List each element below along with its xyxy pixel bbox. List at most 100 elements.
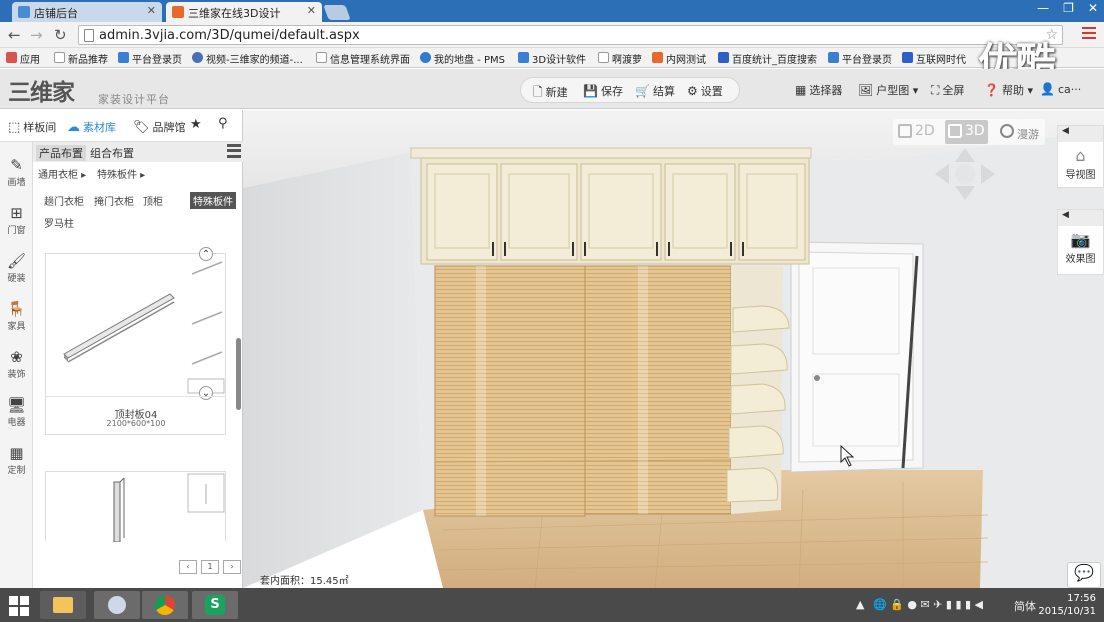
list-view-icon[interactable] bbox=[227, 144, 241, 158]
rail-item-doors-windows[interactable]: ⊞ 门窗 bbox=[0, 204, 33, 236]
bookmark-item[interactable]: 百度统计_百度搜索 bbox=[718, 51, 817, 66]
category-sliding-wardrobe[interactable]: 趟门衣柜 bbox=[41, 192, 87, 209]
close-window-icon[interactable]: ✕ bbox=[1088, 1, 1098, 15]
category-hinged-wardrobe[interactable]: 掩门衣柜 bbox=[91, 192, 137, 209]
rail-item-custom[interactable]: ▦ 定制 bbox=[0, 444, 33, 476]
user-menu[interactable]: 👤 ca··· bbox=[1040, 82, 1081, 96]
3d-viewport[interactable] bbox=[243, 110, 1104, 588]
rail-item-hard-decor[interactable]: 🖌 硬装 bbox=[0, 252, 33, 284]
rail-item-decoration[interactable]: ❀ 装饰 bbox=[0, 348, 33, 380]
tray-icons[interactable]: 🌐 🔒 ● ✉ ✈ ▮ ▮ ▮ ◀ bbox=[873, 598, 983, 611]
site-icon bbox=[652, 52, 663, 63]
home-icon: ⌂ bbox=[1075, 146, 1086, 165]
selector-button[interactable]: ▦ 选择器 bbox=[795, 82, 842, 98]
chrome-app[interactable] bbox=[142, 591, 188, 619]
room-area-label: 套内面积：15.45㎡ bbox=[260, 576, 349, 587]
close-icon[interactable]: ✕ bbox=[307, 4, 316, 17]
minimize-icon[interactable]: — bbox=[1037, 1, 1049, 15]
tray-overflow-icon[interactable]: ▲ bbox=[856, 598, 864, 611]
floorplan-button[interactable]: 🖼 户型图 ▾ bbox=[858, 82, 918, 98]
chevron-up-icon[interactable]: ⌃ bbox=[199, 247, 213, 261]
grid-icon: ▦ bbox=[795, 83, 807, 97]
bookmark-item[interactable]: 视频-三维家的频道-... bbox=[192, 51, 303, 66]
collapse-icon[interactable]: ◀ bbox=[1058, 126, 1103, 142]
view-3d-button[interactable]: 3D bbox=[945, 120, 988, 144]
walkthrough-button[interactable]: 漫游 bbox=[997, 120, 1042, 144]
category-special-panels[interactable]: 特殊板件 bbox=[190, 192, 236, 209]
browser-tab-3d[interactable]: 三维家在线3D设计 ✕ bbox=[166, 2, 322, 22]
bookmark-apps[interactable]: 应用 bbox=[6, 51, 40, 66]
url-text: admin.3vjia.com/3D/qumei/default.aspx bbox=[99, 28, 360, 43]
back-icon[interactable]: ← bbox=[8, 26, 21, 44]
next-page-button[interactable]: › bbox=[223, 560, 241, 574]
shop-favicon-icon bbox=[18, 6, 30, 18]
save-button[interactable]: 💾 保存 bbox=[583, 83, 623, 99]
collapse-icon[interactable]: ◀ bbox=[1058, 210, 1103, 226]
browser-menu-icon[interactable] bbox=[1082, 27, 1096, 39]
render-panel[interactable]: ◀ 📷 效果图 bbox=[1057, 209, 1104, 275]
rail-item-draw-wall[interactable]: ✎ 画墙 bbox=[0, 156, 33, 188]
grid-four-icon: ▦ bbox=[9, 444, 24, 462]
tab-brand-hall[interactable]: 🏷 品牌馆 bbox=[133, 119, 186, 135]
library-tabs: ⬚ 样板间 ☁ 素材库 🏷 品牌馆 ★ ⚲ bbox=[0, 110, 243, 142]
bookmark-item[interactable]: 啊渡萝 bbox=[598, 51, 642, 66]
chevron-down-icon[interactable]: ⌄ bbox=[199, 386, 213, 400]
3d-scene[interactable] bbox=[243, 110, 1104, 588]
system-clock[interactable]: 17:56 2015/10/31 bbox=[1038, 592, 1096, 618]
bookmark-item[interactable]: 信息管理系统界面 bbox=[316, 51, 410, 66]
close-icon[interactable]: ✕ bbox=[147, 4, 156, 17]
bookmark-item[interactable]: 3D设计软件 bbox=[518, 51, 586, 66]
page-icon bbox=[84, 29, 94, 42]
tab-sample-rooms[interactable]: ⬚ 样板间 bbox=[8, 119, 56, 135]
rail-item-appliances[interactable]: 🖥 电器 bbox=[0, 396, 33, 428]
navigator-panel[interactable]: ◀ ⌂ 导视图 bbox=[1057, 125, 1104, 188]
url-input[interactable]: admin.3vjia.com/3D/qumei/default.aspx ☆ bbox=[78, 25, 1063, 45]
restore-icon[interactable]: ❐ bbox=[1063, 1, 1074, 15]
breadcrumb-general-wardrobe[interactable]: 通用衣柜 ▸ bbox=[38, 166, 86, 181]
new-button[interactable]: 🗋 新建 bbox=[533, 83, 568, 104]
page-icon bbox=[54, 52, 65, 63]
settings-button[interactable]: ⚙ 设置 bbox=[687, 83, 723, 99]
video-icon bbox=[192, 52, 203, 63]
app-logo[interactable]: 三维家 bbox=[8, 73, 75, 107]
bookmark-item[interactable]: 我的地盘 - PMS bbox=[420, 51, 505, 66]
bookmark-item[interactable]: 新品推荐 bbox=[54, 51, 108, 66]
windows-start-icon[interactable] bbox=[9, 596, 29, 616]
file-explorer-app[interactable] bbox=[40, 591, 86, 619]
chair-icon: 🪑 bbox=[7, 300, 26, 318]
category-roman-column[interactable]: 罗马柱 bbox=[41, 214, 77, 231]
subtab-product-layout[interactable]: 产品布置 bbox=[36, 145, 86, 161]
checkout-button[interactable]: 🛒 结算 bbox=[635, 83, 675, 99]
list-scrollbar[interactable] bbox=[236, 338, 241, 410]
browser-tab-shop[interactable]: 店铺后台 ✕ bbox=[12, 2, 162, 22]
fullscreen-button[interactable]: ⛶ 全屏 bbox=[931, 82, 964, 98]
new-tab-button[interactable] bbox=[323, 5, 351, 20]
search-icon[interactable]: ⚲ bbox=[218, 116, 228, 131]
address-bar: ← → ↻ admin.3vjia.com/3D/qumei/default.a… bbox=[0, 22, 1104, 48]
bookmark-item[interactable]: 平台登录页 bbox=[118, 51, 182, 66]
chat-bubble-icon[interactable]: 💬 bbox=[1067, 562, 1101, 588]
category-rail: ✎ 画墙 ⊞ 门窗 🖌 硬装 🪑 家具 ❀ 装饰 🖥 电器 ▦ 定制 bbox=[0, 142, 33, 588]
page-number-button[interactable]: 1 bbox=[201, 560, 219, 574]
subtab-combo-layout[interactable]: 组合布置 bbox=[87, 145, 137, 161]
ime-indicator[interactable]: 简体 bbox=[1014, 598, 1036, 614]
bookmark-item[interactable]: 平台登录页 bbox=[828, 51, 892, 66]
view-2d-button[interactable]: 2D bbox=[895, 120, 938, 144]
prev-page-button[interactable]: ‹ bbox=[179, 560, 197, 574]
tab-material-library[interactable]: ☁ 素材库 bbox=[67, 119, 116, 135]
product-card[interactable] bbox=[45, 471, 226, 543]
bookmark-item[interactable]: 互联网时代 bbox=[902, 51, 966, 66]
breadcrumb-special-panels[interactable]: 特殊板件 ▸ bbox=[97, 166, 145, 181]
qq-app[interactable] bbox=[94, 591, 140, 619]
product-card[interactable]: ⌃ ⌄ 顶封板04 2100*600*100 bbox=[45, 247, 226, 435]
category-top-cabinet[interactable]: 顶柜 bbox=[140, 192, 166, 209]
spreadsheet-app[interactable]: S bbox=[192, 591, 238, 619]
rail-item-furniture[interactable]: 🪑 家具 bbox=[0, 300, 33, 332]
bookmark-item[interactable]: 内网测试 bbox=[652, 51, 706, 66]
browser-tabbar: 店铺后台 ✕ 三维家在线3D设计 ✕ — ❐ ✕ bbox=[0, 0, 1104, 22]
reload-icon[interactable]: ↻ bbox=[54, 26, 67, 44]
layout-subtabs: 产品布置 组合布置 bbox=[33, 142, 243, 162]
forward-icon[interactable]: → bbox=[30, 26, 43, 44]
help-button[interactable]: ❓ 帮助 ▾ bbox=[984, 82, 1033, 98]
favorites-star-icon[interactable]: ★ bbox=[190, 117, 202, 132]
